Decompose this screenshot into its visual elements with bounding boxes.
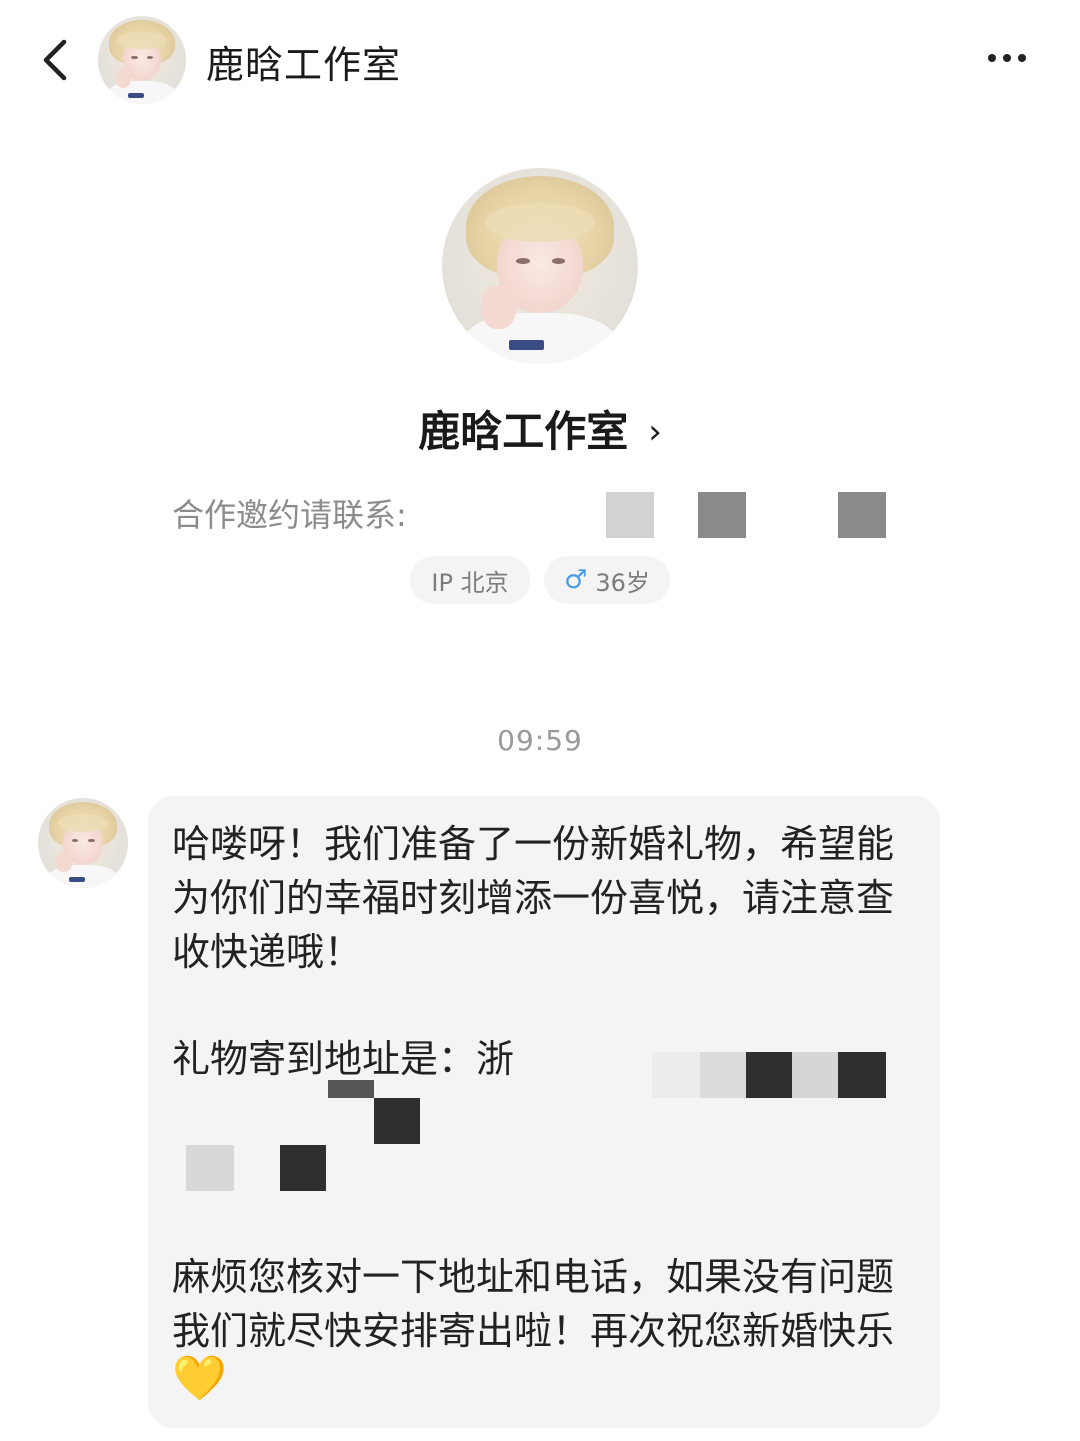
contact-label: 合作邀约请联系: [172,496,407,534]
yellow-heart-icon: 💛 [172,1353,227,1404]
profile-name: 鹿晗工作室 [418,407,629,456]
chevron-left-icon [43,39,67,81]
ip-location-text: IP 北京 [431,568,509,597]
chevron-right-icon: › [648,412,662,452]
sender-avatar[interactable] [38,798,128,888]
profile-name-link[interactable]: 鹿晗工作室 › [0,398,1080,459]
profile-avatar[interactable] [442,168,638,364]
more-horizontal-icon [988,54,996,62]
message-paragraph-1: 哈喽呀！我们准备了一份新婚礼物，希望能为你们的幸福时刻增添一份喜悦，请注意查收快… [172,822,895,974]
back-button[interactable] [36,38,76,82]
header-avatar[interactable] [98,16,186,104]
message-timestamp: 09:59 [497,724,583,757]
age-text: 36岁 [595,568,650,597]
message-paragraph-3-line-2: 我们就尽快安排寄出啦！再次祝您新婚快乐 [172,1309,895,1353]
male-icon: ♂ [564,565,588,595]
message-paragraph-3-line-1: 麻烦您核对一下地址和电话，如果没有问题 [172,1255,895,1299]
age-badge: ♂ 36岁 [544,556,670,604]
more-button[interactable] [988,50,1034,66]
header-title[interactable]: 鹿晗工作室 [206,34,401,89]
ip-location-badge: IP 北京 [410,556,530,604]
